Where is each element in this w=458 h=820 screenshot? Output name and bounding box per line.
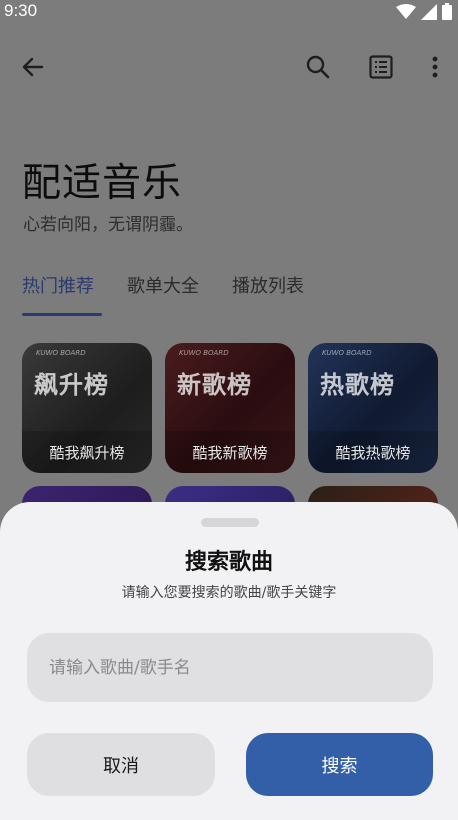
search-input[interactable] — [27, 633, 433, 702]
chart-card-new-songs[interactable]: KUWO BOARD 新歌榜 酷我新歌榜 — [165, 343, 295, 473]
list-icon[interactable] — [368, 54, 394, 80]
search-icon[interactable] — [305, 54, 331, 80]
card-cover-text: 热歌榜 — [320, 371, 395, 399]
signal-icon — [421, 3, 437, 20]
status-bar: 9:30 — [0, 0, 458, 24]
sheet-subtitle: 请输入您要搜索的歌曲/歌手关键字 — [121, 585, 337, 601]
card-cover-text: 飙升榜 — [34, 371, 109, 399]
sheet-title: 搜索歌曲 — [184, 550, 273, 575]
chart-card-hot-songs[interactable]: KUWO BOARD 热歌榜 酷我热歌榜 — [308, 343, 438, 473]
more-vert-icon[interactable] — [422, 54, 448, 80]
battery-icon — [442, 3, 452, 20]
card-brand: KUWO BOARD — [179, 349, 229, 357]
cancel-button[interactable]: 取消 — [27, 733, 215, 796]
sheet-drag-handle[interactable] — [201, 518, 259, 527]
tab-indicator — [22, 313, 102, 316]
tab-play-queue[interactable]: 播放列表 — [232, 272, 304, 298]
status-time: 9:30 — [4, 1, 38, 20]
card-caption: 酷我新歌榜 — [165, 431, 295, 473]
page-title: 配适音乐 — [22, 161, 183, 206]
app-bar — [0, 44, 458, 90]
search-bottom-sheet: 搜索歌曲 请输入您要搜索的歌曲/歌手关键字 取消 搜索 — [0, 502, 458, 820]
chart-card-soaring[interactable]: KUWO BOARD 飙升榜 酷我飙升榜 — [22, 343, 152, 473]
tab-playlists[interactable]: 歌单大全 — [127, 272, 199, 298]
arrow-left-icon[interactable] — [20, 54, 46, 80]
search-button[interactable]: 搜索 — [246, 733, 433, 796]
status-icons — [396, 3, 452, 20]
tab-hot-recommend[interactable]: 热门推荐 — [22, 272, 94, 298]
wifi-icon — [396, 3, 416, 19]
page-subtitle: 心若向阳，无谓阴霾。 — [23, 215, 193, 235]
card-brand: KUWO BOARD — [322, 349, 372, 357]
card-brand: KUWO BOARD — [36, 349, 86, 357]
card-caption: 酷我飙升榜 — [22, 431, 152, 473]
card-cover-text: 新歌榜 — [177, 371, 252, 399]
tab-bar: 热门推荐 歌单大全 播放列表 — [22, 272, 337, 298]
card-caption: 酷我热歌榜 — [308, 431, 438, 473]
